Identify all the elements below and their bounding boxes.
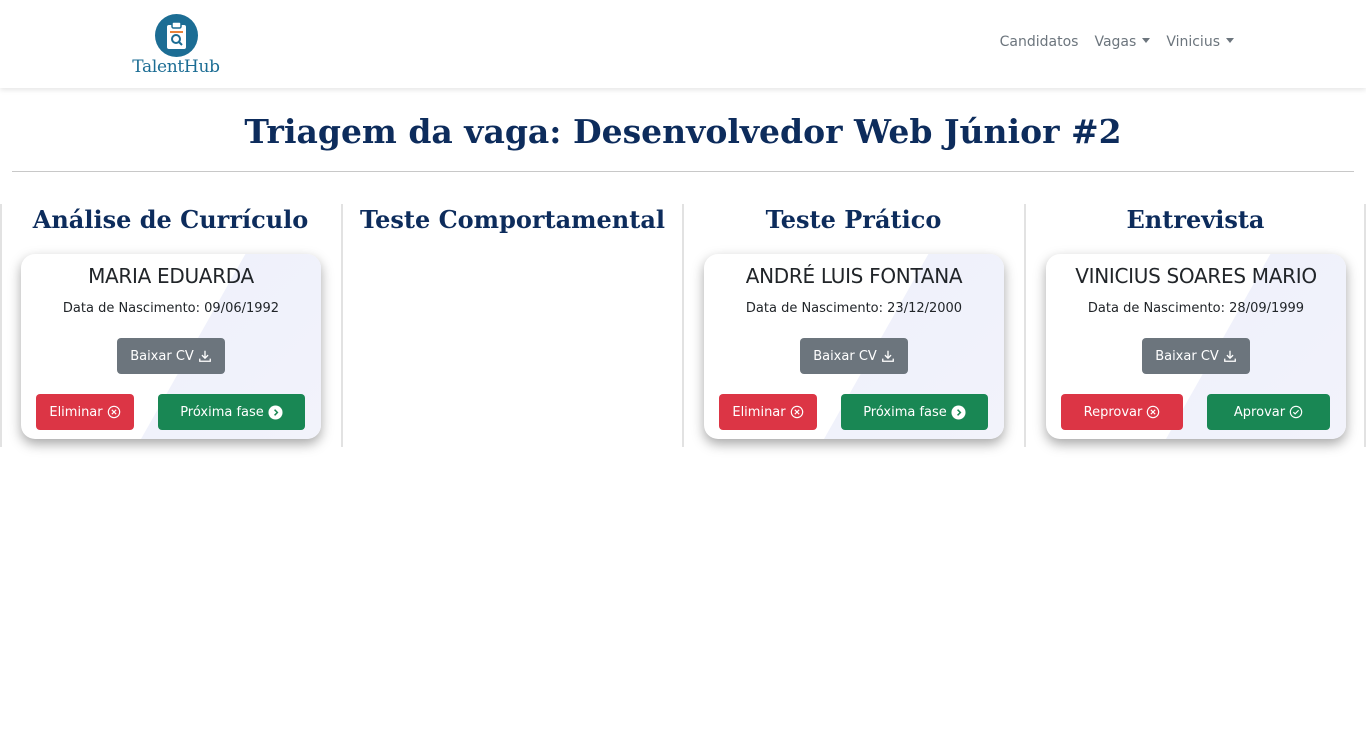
column-title: Entrevista <box>1126 205 1265 234</box>
pipeline-board: Análise de Currículo MARIA EDUARDA Data … <box>0 204 1366 447</box>
candidate-birthdate: Data de Nascimento: 28/09/1999 <box>1087 301 1305 316</box>
next-phase-label: Próxima fase <box>180 404 264 420</box>
nav-user-dropdown[interactable]: Vinicius <box>1166 34 1234 50</box>
download-cv-label: Baixar CV <box>813 348 877 364</box>
nav-user-label: Vinicius <box>1166 34 1220 50</box>
candidate-name: MARIA EDUARDA <box>88 264 254 288</box>
next-phase-label: Próxima fase <box>863 404 947 420</box>
column-title: Teste Prático <box>765 205 942 234</box>
nav-candidatos[interactable]: Candidatos <box>1000 34 1079 50</box>
download-icon <box>198 350 211 362</box>
candidate-birthdate: Data de Nascimento: 09/06/1992 <box>62 301 280 316</box>
candidate-card: ANDRÉ LUIS FONTANA Data de Nascimento: 2… <box>704 254 1004 439</box>
nav-vagas-dropdown[interactable]: Vagas <box>1094 34 1151 50</box>
next-phase-button[interactable]: Próxima fase <box>841 394 988 430</box>
download-cv-label: Baixar CV <box>130 348 194 364</box>
download-cv-button[interactable]: Baixar CV <box>117 338 225 374</box>
approve-button[interactable]: Aprovar <box>1207 394 1330 430</box>
download-icon <box>1223 350 1236 362</box>
eliminate-label: Eliminar <box>49 404 103 420</box>
download-cv-button[interactable]: Baixar CV <box>800 338 908 374</box>
clipboard-search-icon <box>154 14 198 57</box>
brand-logo-link[interactable]: TalentHub <box>131 14 221 77</box>
column-teste-pratico: Teste Prático ANDRÉ LUIS FONTANA Data de… <box>683 204 1024 447</box>
candidate-name: VINICIUS SOARES MARIO <box>1075 264 1317 288</box>
download-icon <box>881 350 894 362</box>
column-teste-comportamental: Teste Comportamental <box>342 204 683 447</box>
page-title: Triagem da vaga: Desenvolvedor Web Júnio… <box>244 112 1122 151</box>
check-circle-icon <box>1289 405 1303 419</box>
reject-button[interactable]: Reprovar <box>1061 394 1183 430</box>
download-cv-button[interactable]: Baixar CV <box>1142 338 1250 374</box>
column-title: Análise de Currículo <box>32 205 309 234</box>
x-circle-icon <box>107 405 120 419</box>
next-phase-button[interactable]: Próxima fase <box>158 394 305 430</box>
column-entrevista: Entrevista VINICIUS SOARES MARIO Data de… <box>1025 204 1366 447</box>
column-analise-curriculo: Análise de Currículo MARIA EDUARDA Data … <box>0 204 341 447</box>
nav-menu: Candidatos Vagas Vinicius <box>1000 34 1234 50</box>
reject-label: Reprovar <box>1083 404 1143 420</box>
download-cv-label: Baixar CV <box>1155 348 1219 364</box>
candidate-birthdate: Data de Nascimento: 23/12/2000 <box>745 301 963 316</box>
eliminate-button[interactable]: Eliminar <box>719 394 817 430</box>
nav-vagas-label: Vagas <box>1094 34 1137 50</box>
divider <box>12 171 1354 172</box>
navbar: TalentHub Candidatos Vagas Vinicius <box>0 0 1366 88</box>
eliminate-label: Eliminar <box>732 404 786 420</box>
approve-label: Aprovar <box>1233 404 1286 420</box>
x-circle-icon <box>1147 405 1160 419</box>
caret-down-icon <box>1142 38 1151 43</box>
candidate-card: MARIA EDUARDA Data de Nascimento: 09/06/… <box>21 254 321 439</box>
candidate-name: ANDRÉ LUIS FONTANA <box>745 264 963 288</box>
candidate-card: VINICIUS SOARES MARIO Data de Nascimento… <box>1046 254 1346 439</box>
nav-candidatos-label: Candidatos <box>999 34 1079 50</box>
eliminate-button[interactable]: Eliminar <box>36 394 134 430</box>
column-title: Teste Comportamental <box>359 205 666 234</box>
brand-name: TalentHub <box>132 57 220 77</box>
arrow-right-circle-icon <box>268 404 283 420</box>
caret-down-icon <box>1226 38 1234 43</box>
x-circle-icon <box>790 405 803 419</box>
arrow-right-circle-icon <box>951 404 966 420</box>
